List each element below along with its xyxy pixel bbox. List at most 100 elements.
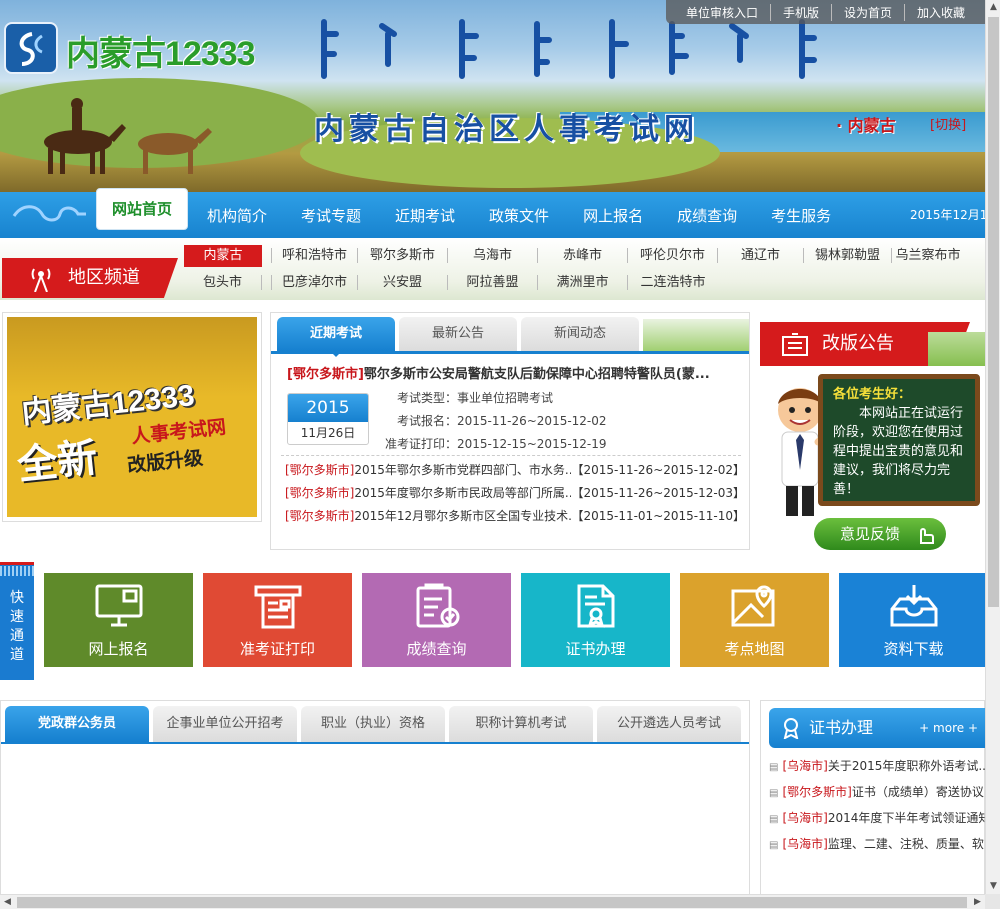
- vertical-scrollbar[interactable]: ▲ ▼: [985, 0, 1000, 894]
- tab-professional-qualification[interactable]: 职业（执业）资格: [301, 706, 445, 742]
- nav-items: 机构简介 考试专题 近期考试 政策文件 网上报名 成绩查询 考生服务: [190, 192, 848, 238]
- city-link[interactable]: 呼伦贝尔市: [628, 248, 718, 263]
- scroll-right-icon[interactable]: ▶: [970, 895, 985, 909]
- notice-board-icon: [782, 333, 808, 356]
- mongolian-script-title: [321, 19, 817, 79]
- scroll-left-icon[interactable]: ◀: [0, 895, 15, 909]
- list-item-range: 【2015-11-26~2015-12-03】: [571, 486, 745, 500]
- signal-tower-icon: [31, 268, 51, 292]
- promo-banner[interactable]: 内蒙古12333 全新 人事考试网 改版升级: [2, 312, 262, 522]
- tab-latest-notices[interactable]: 最新公告: [399, 317, 517, 351]
- city-link[interactable]: 锡林郭勒盟: [804, 248, 892, 263]
- tab-public-selection[interactable]: 公开遴选人员考试: [597, 706, 741, 742]
- list-item-region: [鄂尔多斯市]: [782, 785, 852, 799]
- quick-tile-exam-map[interactable]: 考点地图: [680, 573, 829, 667]
- list-item-region: [乌海市]: [782, 759, 828, 773]
- list-item[interactable]: [乌海市]关于2015年度职称外语考试...: [769, 753, 986, 779]
- city-link[interactable]: 乌兰察布市: [892, 248, 964, 263]
- city-link[interactable]: 满洲里市: [538, 275, 628, 290]
- list-item[interactable]: [鄂尔多斯市]证书（成绩单）寄送协议: [769, 779, 986, 805]
- download-icon: [890, 585, 938, 627]
- region-channel-title: 地区频道: [68, 267, 140, 288]
- quick-channel-pattern: [0, 566, 34, 576]
- quick-tile-certificate[interactable]: 证书办理: [521, 573, 670, 667]
- region-channel-label: 地区频道: [2, 258, 178, 298]
- quick-channel-label: 快速通道: [0, 562, 34, 680]
- featured-exam-link[interactable]: [鄂尔多斯市]鄂尔多斯市公安局警航支队后勤保障中心招聘特警队员(蒙...: [287, 363, 737, 382]
- nav-item-policy[interactable]: 政策文件: [472, 205, 566, 226]
- exam-category-panel: 党政群公务员 企事业单位公开招考 职业（执业）资格 职称计算机考试 公开遴选人员…: [0, 700, 750, 909]
- certificate-header: 证书办理 + more +: [769, 708, 986, 748]
- feedback-label: 意见反馈: [839, 525, 900, 543]
- list-item[interactable]: [鄂尔多斯市]2015年度鄂尔多斯市民政局等部门所属... 【2015-11-2…: [285, 481, 745, 504]
- featured-exam-title: 鄂尔多斯市公安局警航支队后勤保障中心招聘特警队员(蒙...: [363, 367, 710, 382]
- scroll-up-icon[interactable]: ▲: [986, 0, 1000, 15]
- nav-item-score-query[interactable]: 成绩查询: [660, 205, 754, 226]
- quick-tile-online-registration[interactable]: 网上报名: [44, 573, 193, 667]
- nav-home-button[interactable]: 网站首页: [96, 188, 188, 230]
- city-link[interactable]: 赤峰市: [538, 248, 628, 263]
- meta-label: 考试类型：: [396, 391, 457, 405]
- city-link[interactable]: 通辽市: [718, 248, 804, 263]
- nav-item-about[interactable]: 机构简介: [190, 205, 284, 226]
- city-link[interactable]: 巴彦淖尔市: [272, 275, 358, 290]
- certificate-panel: 证书办理 + more + [乌海市]关于2015年度职称外语考试... [鄂尔…: [760, 700, 986, 909]
- quick-tile-score-query[interactable]: 成绩查询: [362, 573, 511, 667]
- more-link[interactable]: + more +: [919, 708, 978, 748]
- exam-list: [鄂尔多斯市] 2015年鄂尔多斯市党群四部门、市水务... 【2015-11-2…: [285, 458, 745, 527]
- list-item-region: [鄂尔多斯市]: [285, 509, 355, 523]
- list-item[interactable]: [鄂尔多斯市]2015年鄂尔多斯市党群四部门、市水务... 【2015-11-2…: [285, 458, 745, 481]
- certificate-list: [乌海市]关于2015年度职称外语考试... [鄂尔多斯市]证书（成绩单）寄送协…: [769, 753, 986, 857]
- city-link[interactable]: 乌海市: [448, 248, 538, 263]
- scrollbar-thumb[interactable]: [988, 17, 999, 607]
- certificate-title: 证书办理: [809, 718, 874, 737]
- tab-recent-exams[interactable]: 近期考试: [277, 317, 395, 357]
- horizontal-scrollbar[interactable]: ◀ ▶: [0, 894, 985, 909]
- city-link[interactable]: 兴安盟: [358, 275, 448, 290]
- site-logo[interactable]: 内蒙古12333: [4, 20, 286, 78]
- switch-region-link[interactable]: [切换]: [930, 114, 966, 133]
- header-banner: 内蒙古12333 内蒙古自治区人事考试网 · 内蒙古 [切换] 单位审核入口 手…: [0, 0, 985, 192]
- nav-item-online-registration[interactable]: 网上报名: [566, 205, 660, 226]
- exam-category-tabs: 党政群公务员 企事业单位公开招考 职业（执业）资格 职称计算机考试 公开遴选人员…: [5, 706, 745, 742]
- set-homepage-link[interactable]: 设为首页: [830, 3, 904, 21]
- tab-public-institution[interactable]: 企事业单位公开招考: [153, 706, 297, 742]
- tab-news[interactable]: 新闻动态: [521, 317, 639, 351]
- city-link[interactable]: 阿拉善盟: [448, 275, 538, 290]
- add-favorite-link[interactable]: 加入收藏: [903, 3, 977, 21]
- list-item[interactable]: [乌海市]2014年度下半年考试领证通知: [769, 805, 986, 831]
- city-link[interactable]: 二连浩特市: [628, 275, 718, 290]
- featured-exam-meta: 考试类型： 事业单位招聘考试 考试报名： 2015-11-26~2015-12-02…: [383, 387, 607, 456]
- yurt-scenery-image: [643, 319, 749, 353]
- main-nav: 网站首页 机构简介 考试专题 近期考试 政策文件 网上报名 成绩查询 考生服务 …: [0, 188, 987, 238]
- feedback-button[interactable]: 意见反馈: [814, 518, 946, 550]
- nav-item-candidate-service[interactable]: 考生服务: [754, 205, 848, 226]
- meta-value: 2015-11-26~2015-12-02: [457, 414, 607, 428]
- banner-headline: 全新: [15, 435, 100, 489]
- scroll-down-icon[interactable]: ▼: [986, 879, 1000, 894]
- city-link[interactable]: 内蒙古: [184, 244, 262, 267]
- unit-audit-link[interactable]: 单位审核入口: [674, 4, 770, 21]
- tab-computer-exam[interactable]: 职称计算机考试: [449, 706, 593, 742]
- computer-icon: [95, 584, 143, 627]
- list-item-title: 2015年鄂尔多斯市党群四部门、市水务...: [354, 463, 572, 477]
- exams-tabs: 近期考试 最新公告 新闻动态: [277, 317, 643, 357]
- site-title: 内蒙古自治区人事考试网: [314, 113, 699, 146]
- city-link[interactable]: 鄂尔多斯市: [358, 248, 448, 263]
- list-item-region: [鄂尔多斯市]: [285, 486, 355, 500]
- list-item[interactable]: [乌海市]监理、二建、注税、质量、软: [769, 831, 986, 857]
- nav-item-recent-exams[interactable]: 近期考试: [378, 205, 472, 226]
- horse-riders-image: [44, 98, 212, 174]
- quick-tile-download[interactable]: 资料下载: [839, 573, 988, 667]
- city-link[interactable]: 包头市: [184, 275, 262, 290]
- tab-civil-servant[interactable]: 党政群公务员: [5, 706, 149, 742]
- list-item[interactable]: [鄂尔多斯市]2015年12月鄂尔多斯市区全国专业技术... 【2015-11-…: [285, 504, 745, 527]
- quick-tile-print-ticket[interactable]: 准考证打印: [203, 573, 352, 667]
- top-links: 单位审核入口 手机版 设为首页 加入收藏: [665, 0, 985, 24]
- tile-label: 网上报名: [88, 640, 149, 658]
- date-year: 2015: [288, 394, 368, 422]
- mobile-version-link[interactable]: 手机版: [769, 3, 831, 21]
- city-link[interactable]: 呼和浩特市: [272, 248, 358, 263]
- scrollbar-thumb[interactable]: [17, 897, 967, 908]
- nav-item-topics[interactable]: 考试专题: [284, 205, 378, 226]
